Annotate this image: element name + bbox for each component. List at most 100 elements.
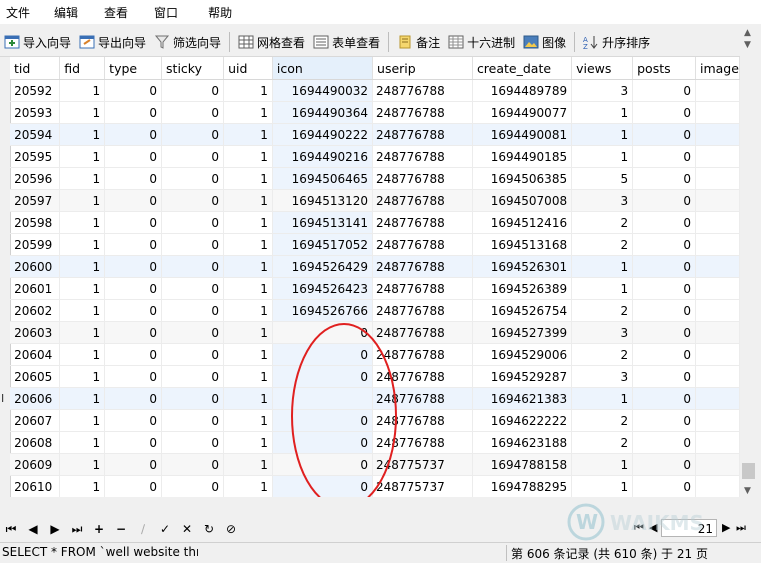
cell-type[interactable]: 0 xyxy=(104,101,163,124)
cell-type[interactable]: 0 xyxy=(104,123,163,146)
cell-posts[interactable]: 0 xyxy=(632,123,696,146)
cell-create_date[interactable]: 1694623188 xyxy=(472,431,573,454)
cell-icon[interactable]: 1694517052 xyxy=(272,233,374,256)
table-row[interactable]: 20608 1 0 0 1 0 248776788 1694623188 2 0 xyxy=(10,431,740,454)
table-row[interactable]: 20594 1 0 0 1 1694490222 248776788 1694490081 1 0 xyxy=(10,123,740,146)
table-row[interactable]: 20592 1 0 0 1 1694490032 248776788 1694489789 3 0 xyxy=(10,79,740,102)
form-view-button[interactable]: 表单查看 xyxy=(309,30,384,54)
cell-tid[interactable]: 20607 xyxy=(10,409,61,432)
cell-fid[interactable]: 1 xyxy=(59,365,106,388)
cell-image[interactable] xyxy=(695,123,740,146)
cell-views[interactable]: 2 xyxy=(571,299,634,322)
cell-views[interactable]: 3 xyxy=(571,189,634,212)
cell-tid[interactable]: 20592 xyxy=(10,79,61,102)
edit-record-icon[interactable]: ∕ xyxy=(132,522,154,536)
cell-views[interactable]: 1 xyxy=(571,387,634,410)
cell-userip[interactable]: 248776788 xyxy=(372,189,473,212)
cell-posts[interactable]: 0 xyxy=(632,299,696,322)
last-record-icon[interactable]: ⏭ xyxy=(66,522,88,537)
table-row[interactable]: 20607 1 0 0 1 0 248776788 1694622222 2 0 xyxy=(10,409,740,432)
cell-fid[interactable]: 1 xyxy=(59,233,106,256)
table-row[interactable]: 20595 1 0 0 1 1694490216 248776788 1694490185 1 0 xyxy=(10,145,740,168)
cell-uid[interactable]: 1 xyxy=(223,277,273,300)
cell-posts[interactable]: 0 xyxy=(632,101,696,124)
cell-icon[interactable]: 1694526423 xyxy=(272,277,374,300)
cell-views[interactable]: 3 xyxy=(571,365,634,388)
cell-sticky[interactable]: 0 xyxy=(161,145,225,168)
cell-userip[interactable]: 248776788 xyxy=(372,409,473,432)
sort-asc-button[interactable]: AZ 升序排序 xyxy=(579,30,654,54)
cell-posts[interactable]: 0 xyxy=(632,409,696,432)
cell-sticky[interactable]: 0 xyxy=(161,211,225,234)
cell-image[interactable] xyxy=(695,387,740,410)
vertical-scrollbar[interactable]: ▲ ▼ ▼ xyxy=(740,28,761,497)
cell-uid[interactable]: 1 xyxy=(223,123,273,146)
column-header-userip[interactable]: userip xyxy=(372,57,473,80)
cell-icon[interactable]: 1694490222 xyxy=(272,123,374,146)
cell-tid[interactable]: 20596 xyxy=(10,167,61,190)
cell-userip[interactable]: 248776788 xyxy=(372,431,473,454)
cell-sticky[interactable]: 0 xyxy=(161,365,225,388)
cell-views[interactable]: 2 xyxy=(571,211,634,234)
cell-image[interactable] xyxy=(695,233,740,256)
data-grid[interactable]: tid fid type sticky uid icon userip create_date… xyxy=(0,57,740,497)
cell-create_date[interactable]: 1694512416 xyxy=(472,211,573,234)
column-header-tid[interactable]: tid xyxy=(10,57,61,80)
cell-views[interactable]: 3 xyxy=(571,321,634,344)
cell-image[interactable] xyxy=(695,211,740,234)
cell-type[interactable]: 0 xyxy=(104,299,163,322)
cell-views[interactable]: 2 xyxy=(571,233,634,256)
cell-image[interactable] xyxy=(695,167,740,190)
refresh-icon[interactable]: ↻ xyxy=(198,522,220,536)
prev-record-icon[interactable]: ◀ xyxy=(22,522,44,536)
cell-icon[interactable]: 0 xyxy=(272,365,374,388)
delete-record-icon[interactable]: − xyxy=(110,522,132,536)
cell-tid[interactable]: 20609 xyxy=(10,453,61,476)
export-wizard-button[interactable]: 导出向导 xyxy=(75,30,150,54)
cell-tid[interactable]: 20604 xyxy=(10,343,61,366)
cell-create_date[interactable]: 1694507008 xyxy=(472,189,573,212)
cell-uid[interactable]: 1 xyxy=(223,145,273,168)
column-header-icon[interactable]: icon xyxy=(272,57,374,80)
cell-sticky[interactable]: 0 xyxy=(161,233,225,256)
cell-image[interactable] xyxy=(695,277,740,300)
cell-icon[interactable]: 1694506465 xyxy=(272,167,374,190)
cell-views[interactable]: 3 xyxy=(571,79,634,102)
cell-icon[interactable]: 1694513141 xyxy=(272,211,374,234)
cell-fid[interactable]: 1 xyxy=(59,343,106,366)
cell-image[interactable] xyxy=(695,475,740,497)
table-row[interactable]: 20604 1 0 0 1 0 248776788 1694529006 2 0 xyxy=(10,343,740,366)
cell-fid[interactable]: 1 xyxy=(59,431,106,454)
cell-views[interactable]: 2 xyxy=(571,409,634,432)
cell-views[interactable]: 1 xyxy=(571,145,634,168)
cell-type[interactable]: 0 xyxy=(104,409,163,432)
cell-tid[interactable]: 20601 xyxy=(10,277,61,300)
cell-views[interactable]: 5 xyxy=(571,167,634,190)
scroll-end-icon[interactable]: ▼ xyxy=(744,486,751,496)
menu-file[interactable]: 文件 xyxy=(6,4,30,21)
cell-type[interactable]: 0 xyxy=(104,365,163,388)
menu-help[interactable]: 帮助 xyxy=(208,4,232,21)
cell-image[interactable] xyxy=(695,453,740,476)
cell-tid[interactable]: 20610 xyxy=(10,475,61,497)
column-header-type[interactable]: type xyxy=(104,57,163,80)
cell-create_date[interactable]: 1694622222 xyxy=(472,409,573,432)
cell-image[interactable] xyxy=(695,79,740,102)
cell-fid[interactable]: 1 xyxy=(59,453,106,476)
cell-icon[interactable]: 0 xyxy=(272,431,374,454)
cell-image[interactable] xyxy=(695,431,740,454)
cell-fid[interactable]: 1 xyxy=(59,387,106,410)
cell-uid[interactable]: 1 xyxy=(223,167,273,190)
cell-tid[interactable]: 20608 xyxy=(10,431,61,454)
cell-tid[interactable]: 20600 xyxy=(10,255,61,278)
cell-type[interactable]: 0 xyxy=(104,343,163,366)
cell-image[interactable] xyxy=(695,321,740,344)
cell-type[interactable]: 0 xyxy=(104,211,163,234)
cell-posts[interactable]: 0 xyxy=(632,233,696,256)
cell-userip[interactable]: 248776788 xyxy=(372,321,473,344)
table-row[interactable]: 20605 1 0 0 1 0 248776788 1694529287 3 0 xyxy=(10,365,740,388)
cell-posts[interactable]: 0 xyxy=(632,343,696,366)
cell-posts[interactable]: 0 xyxy=(632,431,696,454)
cell-sticky[interactable]: 0 xyxy=(161,475,225,497)
column-header-image[interactable]: image xyxy=(695,57,740,80)
